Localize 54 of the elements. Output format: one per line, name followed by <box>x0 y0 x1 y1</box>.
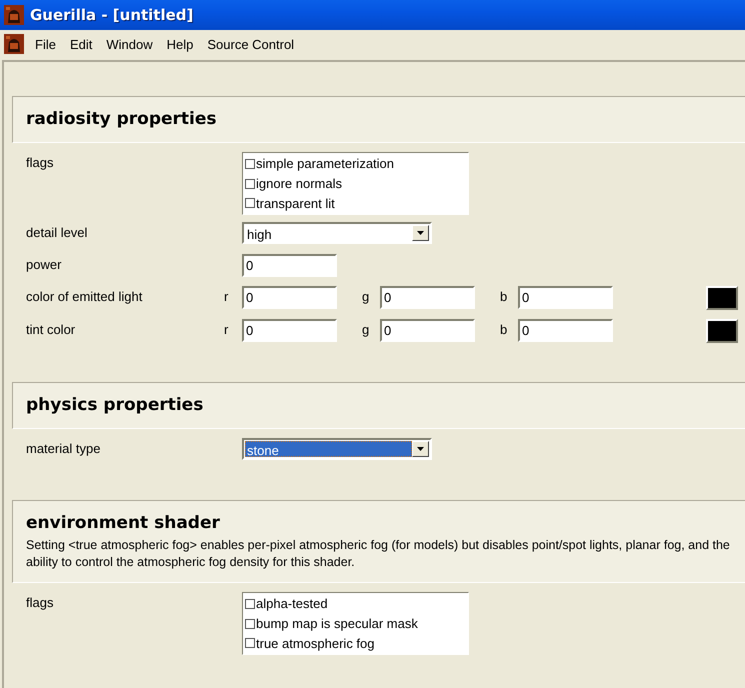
dropdown[interactable]: high <box>242 222 432 244</box>
input-field[interactable]: 0 <box>242 254 337 277</box>
input-field[interactable]: 0 <box>242 319 337 342</box>
field-label: power <box>26 256 62 274</box>
channel-label: r <box>224 321 230 339</box>
channel-label: g <box>362 288 370 306</box>
menu-item[interactable]: Edit <box>62 36 100 52</box>
section-title: physics properties <box>26 394 204 417</box>
input-field[interactable]: 0 <box>380 319 475 342</box>
color-swatch[interactable] <box>706 319 738 343</box>
input-field[interactable]: 0 <box>518 319 613 342</box>
checkbox[interactable] <box>245 178 255 188</box>
channel-label: b <box>500 288 508 306</box>
field-label: detail level <box>26 224 88 242</box>
dropdown-arrow-button[interactable] <box>412 225 429 241</box>
channel-label: b <box>500 321 508 339</box>
field-label: flags <box>26 594 54 612</box>
input-field[interactable]: 0 <box>242 286 337 309</box>
section-description: Setting <true atmospheric fog> enables per-pixel atmospheric fog (for models) but disables point/spot lights, planar fog, and the ability to control the atmospheric fog density for this shader. <box>26 537 731 571</box>
checkbox[interactable] <box>245 598 255 609</box>
checkbox-option[interactable]: true atmospheric fog <box>245 633 466 654</box>
caret-icon <box>417 231 424 235</box>
checkbox-option[interactable]: simple parameterization <box>245 154 466 174</box>
menu-item[interactable]: Source Control <box>200 36 302 52</box>
field-label: material type <box>26 440 102 458</box>
app-icon <box>4 5 24 25</box>
checkbox[interactable] <box>245 158 255 169</box>
section-title: radiosity properties <box>26 108 218 131</box>
caret-icon <box>417 447 424 451</box>
dropdown-value: stone <box>245 441 412 457</box>
menu-item[interactable]: Window <box>99 36 160 52</box>
checkbox[interactable] <box>245 618 255 628</box>
menu-item[interactable]: Help <box>160 36 200 52</box>
menu-item[interactable]: File <box>28 36 63 52</box>
channel-label: r <box>224 288 230 306</box>
dropdown-arrow-button[interactable] <box>412 441 429 457</box>
color-swatch[interactable] <box>706 286 738 310</box>
field-label: color of emitted light <box>26 288 144 306</box>
checkbox[interactable] <box>245 638 255 648</box>
field-label: flags <box>26 154 54 172</box>
section-title: environment shader <box>26 512 221 535</box>
checkbox-option[interactable]: bump map is specular mask <box>245 614 466 634</box>
window-title: Guerilla - [untitled] <box>30 6 194 24</box>
input-field[interactable]: 0 <box>518 286 613 309</box>
checkbox-option[interactable]: ignore normals <box>245 174 466 194</box>
checkbox-option[interactable]: transparent lit <box>245 193 466 214</box>
app-icon <box>4 34 24 54</box>
dropdown-value: high <box>246 226 273 241</box>
input-field[interactable]: 0 <box>380 286 475 309</box>
field-label: tint color <box>26 321 76 339</box>
checkbox[interactable] <box>245 198 255 208</box>
checkbox-option[interactable]: alpha-tested <box>245 594 466 614</box>
channel-label: g <box>362 321 370 339</box>
dropdown[interactable]: stone <box>242 438 432 460</box>
